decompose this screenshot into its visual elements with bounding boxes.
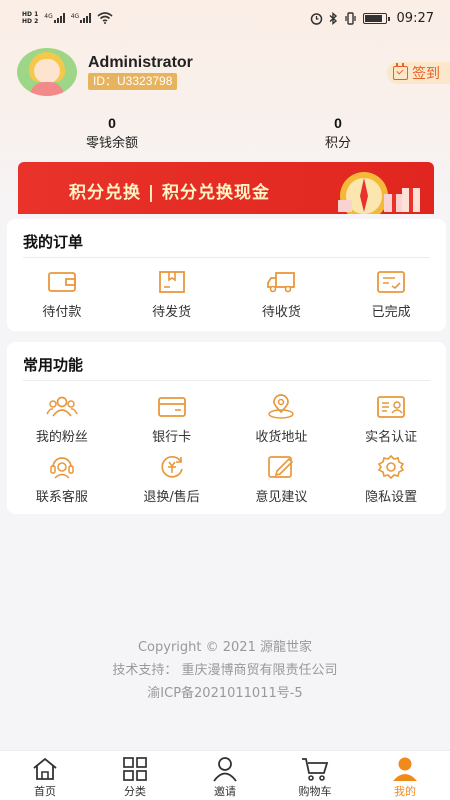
order-pending-payment[interactable]: 待付款 [7,269,117,320]
tab-category[interactable]: 分类 [90,751,180,800]
tab-label: 购物车 [298,785,332,798]
hd-indicator: HD 1 HD 2 [22,11,38,25]
tab-label: 邀请 [214,785,236,798]
order-pending-shipment[interactable]: 待发货 [117,269,227,320]
icp-text: 渝ICP备2021011011号-5 [147,686,303,701]
status-right: 09:27 [310,11,434,26]
orders-title: 我的订单 [23,233,84,251]
category-icon [123,757,147,781]
order-label: 已完成 [371,305,411,320]
net2-label: 4G [70,13,80,20]
points-exchange-banner[interactable]: 积分兑换 | 积分兑换现金 [18,162,434,214]
signal-bars-icon [80,13,92,23]
id-card-icon [377,396,406,418]
common-functions-card: 常用功能 我的粉丝 银行卡 收货地址 实名认证 联系客服 退换/售后 意见建议 … [7,342,446,514]
my-orders-card: 我的订单 待付款 待发货 待收货 已完成 [7,219,446,331]
order-label: 待收货 [261,305,301,320]
refund-button[interactable]: 退换/售后 [117,454,227,505]
order-label: 待发货 [152,305,192,320]
avatar[interactable] [17,48,77,96]
status-left: HD 1 HD 2 4G 4G [22,11,113,25]
customer-service-icon [50,457,74,479]
functions-title: 常用功能 [23,356,84,374]
bank-card-button[interactable]: 银行卡 [117,394,227,445]
feedback-button[interactable]: 意见建议 [227,454,337,505]
truck-icon [267,272,296,293]
function-label: 收货地址 [255,430,308,445]
profile-icon [393,757,417,781]
orders-grid: 待付款 待发货 待收货 已完成 [7,269,446,320]
bluetooth-icon [329,11,337,25]
order-label: 待付款 [42,305,82,320]
function-label: 意见建议 [255,490,308,505]
points-value: 0 [334,115,342,131]
battery-icon [362,12,390,24]
banner-text: 积分兑换 | 积分兑换现金 [69,183,271,203]
balance-value: 0 [108,115,116,131]
real-name-auth-button[interactable]: 实名认证 [336,394,446,445]
signal-2: 4G [70,13,92,23]
function-label: 银行卡 [152,430,192,445]
signal-1: 4G [44,13,65,23]
copyright-text: Copyright © 2021 源龍世家 [137,640,312,655]
tab-label: 分类 [124,785,146,798]
checkin-button[interactable]: 签到 [387,62,450,84]
wallet-icon [47,272,76,292]
calendar-check-icon [393,63,408,80]
username: Administrator [88,54,193,71]
hd1-label: HD 1 [22,11,39,18]
function-label: 实名认证 [365,430,418,445]
divider [23,380,430,381]
bank-card-icon [157,397,186,417]
my-fans-button[interactable]: 我的粉丝 [7,394,117,445]
balance-stat[interactable]: 0 零钱余额 [52,115,172,151]
hd2-label: HD 2 [22,18,39,25]
tab-label: 首页 [34,785,56,798]
vibrate-icon [344,11,356,25]
refund-icon [161,455,183,478]
privacy-settings-button[interactable]: 隐私设置 [336,454,446,505]
tab-invite[interactable]: 邀请 [180,751,270,800]
feedback-icon [268,456,294,478]
tab-home[interactable]: 首页 [0,751,90,800]
wifi-icon [97,12,113,24]
points-label: 积分 [324,136,351,151]
divider [23,257,430,258]
function-label: 退换/售后 [143,490,200,505]
location-icon [268,394,295,419]
net1-label: 4G [44,13,53,20]
checkin-label: 签到 [412,66,440,82]
function-label: 我的粉丝 [35,430,88,445]
cart-icon [302,758,329,781]
invite-icon [213,757,237,782]
address-button[interactable]: 收货地址 [227,394,337,445]
bottom-tab-bar: 首页 分类 邀请 购物车 我的 [0,750,450,800]
settings-icon [377,454,405,480]
home-icon [33,757,57,780]
tab-label: 我的 [394,785,416,798]
tab-profile[interactable]: 我的 [360,751,450,800]
status-time: 09:27 [396,10,434,26]
functions-row-2: 联系客服 退换/售后 意见建议 隐私设置 [7,454,446,505]
fans-icon [46,396,78,417]
tab-cart[interactable]: 购物车 [270,751,360,800]
completed-icon [377,271,406,293]
order-pending-receipt[interactable]: 待收货 [227,269,337,320]
alarm-icon [310,12,322,25]
signal-bars-icon [53,13,65,23]
balance-label: 零钱余额 [85,136,138,151]
function-label: 隐私设置 [365,490,418,505]
user-id-badge: ID：U3323798 [88,73,178,90]
gift-icon [338,172,420,214]
functions-row-1: 我的粉丝 银行卡 收货地址 实名认证 [7,394,446,445]
order-completed[interactable]: 已完成 [336,269,446,320]
points-stat[interactable]: 0 积分 [278,115,398,151]
function-label: 联系客服 [35,490,88,505]
status-bar: HD 1 HD 2 4G 4G 09:27 [0,0,450,36]
package-icon [158,271,185,293]
customer-service-button[interactable]: 联系客服 [7,454,117,505]
tech-support-text: 技术支持： 重庆漫博商贸有限责任公司 [112,663,338,678]
